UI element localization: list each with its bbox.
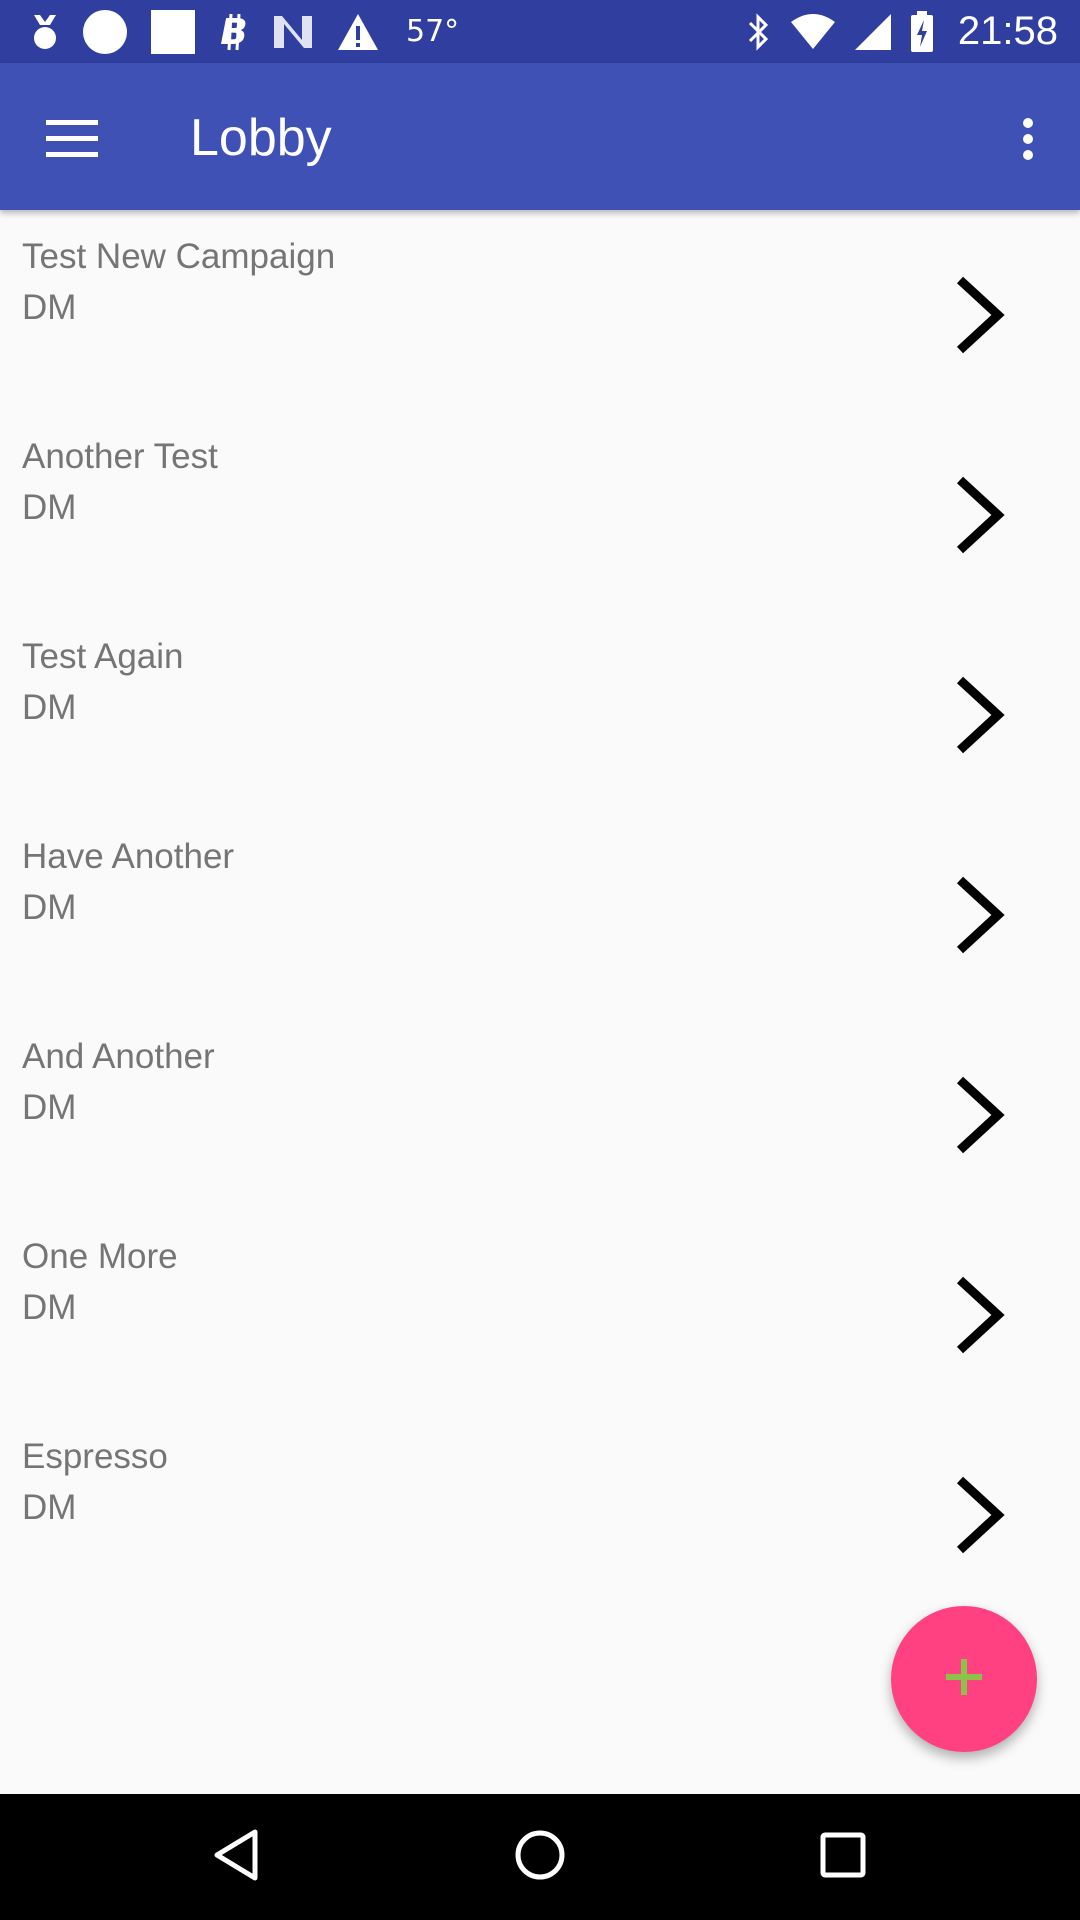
chevron-right-icon[interactable] [950,670,1010,760]
chevron-right-icon[interactable] [950,1270,1010,1360]
campaign-name: And Another [22,1037,215,1076]
bitcoin-icon: B [218,12,250,52]
campaign-role: DM [22,288,77,327]
campaign-list-item[interactable]: One More DM [0,1210,1080,1410]
page-title: Lobby [190,109,332,167]
chevron-right-icon[interactable] [950,1470,1010,1560]
overflow-menu-button[interactable] [996,103,1060,179]
campaign-list-item[interactable]: Test Again DM [0,610,1080,810]
status-clock: 21:58 [957,9,1058,53]
more-vert-icon [1022,117,1034,166]
chevron-right-icon[interactable] [950,870,1010,960]
campaign-role: DM [22,1488,77,1527]
campaign-list-item[interactable]: Test New Campaign DM [0,210,1080,410]
campaign-list: Test New Campaign DM Another Test DM Tes… [0,210,1080,1610]
recents-button[interactable] [803,1817,883,1897]
status-right-icons: 21:58 [746,9,1058,54]
campaign-list-item[interactable]: Espresso DM [0,1410,1080,1610]
temperature-text: 57° [406,14,460,49]
campaign-role: DM [22,688,77,727]
chevron-right-icon[interactable] [950,1070,1010,1160]
bluetooth-icon [746,12,772,52]
campaign-role: DM [22,1288,77,1327]
campaign-name: Test Again [22,637,184,676]
campaign-list-item[interactable]: Another Test DM [0,410,1080,610]
signal-icon [854,13,892,51]
back-icon [212,1828,260,1887]
campaign-list-item[interactable]: And Another DM [0,1010,1080,1210]
chevron-right-icon[interactable] [950,270,1010,360]
status-bar: B 57° 21:58 [0,0,1080,63]
campaign-name: Have Another [22,837,235,876]
campaign-name: Another Test [22,437,218,476]
svg-text:B: B [220,12,247,52]
battery-charging-icon [910,10,934,53]
n-app-icon [272,14,314,50]
back-button[interactable] [196,1817,276,1897]
campaign-name: Test New Campaign [22,237,336,276]
app-bar: Lobby [0,63,1080,210]
hamburger-menu-icon [46,119,98,163]
home-icon [514,1829,566,1886]
campaign-role: DM [22,488,77,527]
status-left-icons: B 57° [30,9,746,55]
campaign-name: Espresso [22,1437,168,1476]
warning-icon [336,12,380,52]
plus-icon [946,1658,982,1700]
campaign-role: DM [22,1088,77,1127]
campaign-role: DM [22,888,77,927]
wifi-icon [790,13,836,50]
system-navigation-bar [0,1794,1080,1920]
add-campaign-button[interactable] [891,1606,1037,1752]
medal-icon [30,13,60,51]
navigation-menu-button[interactable] [34,103,110,179]
chevron-right-icon[interactable] [950,470,1010,560]
recents-icon [820,1832,866,1883]
square-notification-icon [150,9,196,55]
home-button[interactable] [500,1817,580,1897]
campaign-name: One More [22,1237,178,1276]
circle-notification-icon [82,9,128,55]
campaign-list-item[interactable]: Have Another DM [0,810,1080,1010]
